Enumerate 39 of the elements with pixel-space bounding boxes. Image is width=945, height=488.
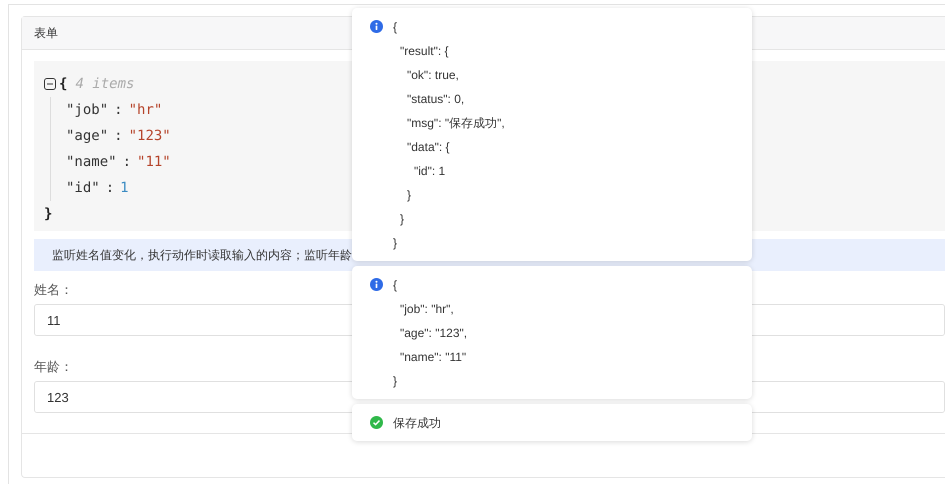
colon: :: [114, 102, 123, 118]
message-line: {: [393, 19, 398, 36]
info-icon: [370, 278, 383, 291]
panel-title: 表单: [34, 24, 58, 42]
message-text: 保存成功: [393, 415, 442, 432]
message-line: "age": "123",: [399, 325, 468, 342]
json-key: "age": [66, 128, 108, 144]
json-key: "name": [66, 154, 117, 170]
message-line: {: [393, 277, 398, 294]
brace: }: [44, 206, 52, 222]
message-line: "result": {: [399, 43, 450, 60]
colon: :: [122, 154, 132, 170]
message-line: "name": "11": [399, 349, 468, 366]
success-icon: [370, 416, 383, 429]
colon: :: [114, 128, 123, 144]
message-line: }: [399, 211, 406, 228]
alert-text: 监听姓名值变化，执行动作时读取输入的内容；监听年龄: [52, 246, 352, 264]
json-value: 1: [120, 180, 129, 196]
message-line: "status": 0,: [406, 91, 466, 108]
item-count: 4 items: [75, 76, 134, 92]
message-line: }: [393, 235, 398, 252]
field-label: 年龄：: [34, 358, 73, 376]
message-line: }: [406, 187, 412, 204]
message-line: "job": "hr",: [399, 301, 455, 318]
message-line: }: [393, 373, 398, 390]
message-line: "ok": true,: [406, 67, 460, 84]
message-line: "msg": "保存成功",: [406, 115, 506, 132]
message-line: "id": 1: [413, 163, 446, 180]
json-value: "hr": [128, 102, 162, 118]
info-icon: [370, 20, 383, 33]
collapse-icon[interactable]: [44, 78, 56, 90]
colon: :: [106, 180, 114, 196]
json-key: "job": [66, 102, 108, 118]
json-value: "123": [128, 128, 171, 144]
json-key: "id": [66, 180, 100, 196]
message-line: "data": {: [406, 139, 451, 156]
brace: {: [59, 76, 68, 92]
field-label: 姓名：: [34, 281, 73, 300]
json-value: "11": [137, 154, 171, 170]
